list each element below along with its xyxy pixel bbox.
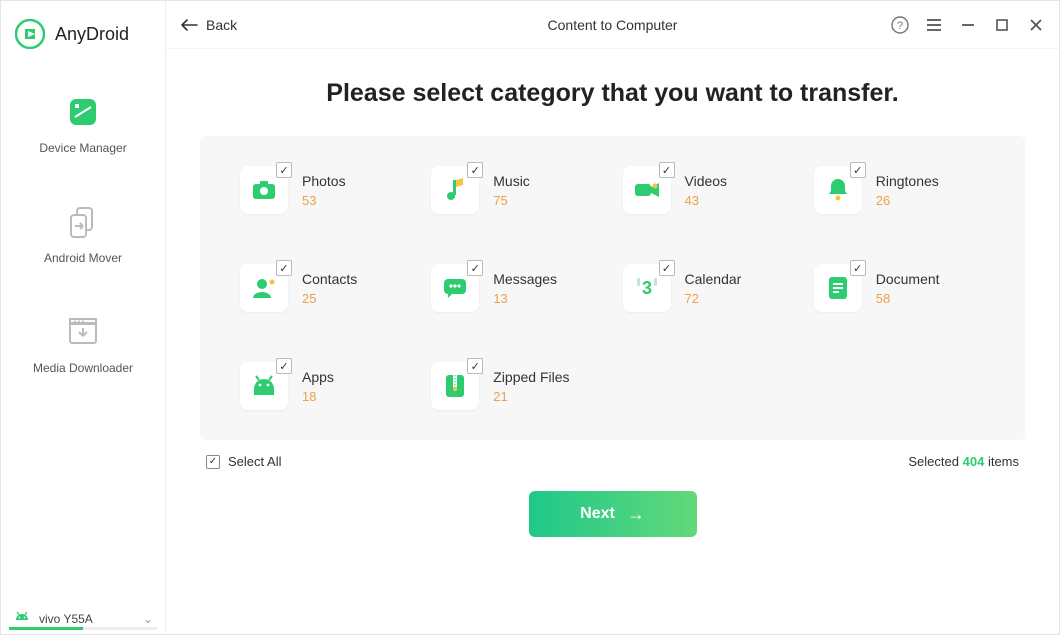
videos-icon bbox=[623, 166, 671, 214]
device-name: vivo Y55A bbox=[39, 612, 135, 626]
selected-prefix: Selected bbox=[908, 454, 959, 469]
main: Back Content to Computer ? Please select… bbox=[166, 1, 1059, 634]
category-document[interactable]: Document 58 bbox=[814, 264, 985, 312]
sidebar-item-device-manager[interactable]: Device Manager bbox=[39, 93, 126, 155]
category-checkbox[interactable] bbox=[276, 260, 292, 276]
category-apps[interactable]: Apps 18 bbox=[240, 362, 411, 410]
document-icon bbox=[814, 264, 862, 312]
category-count: 18 bbox=[302, 389, 334, 404]
arrow-left-icon bbox=[180, 18, 198, 32]
next-button[interactable]: Next → bbox=[529, 491, 697, 537]
category-label: Music bbox=[493, 173, 530, 189]
category-checkbox[interactable] bbox=[467, 358, 483, 374]
close-button[interactable] bbox=[1027, 16, 1045, 34]
minimize-button[interactable] bbox=[959, 16, 977, 34]
category-checkbox[interactable] bbox=[850, 162, 866, 178]
chevron-down-icon: ⌄ bbox=[143, 612, 153, 626]
category-messages[interactable]: Messages 13 bbox=[431, 264, 602, 312]
category-checkbox[interactable] bbox=[850, 260, 866, 276]
category-count: 58 bbox=[876, 291, 940, 306]
category-count: 21 bbox=[493, 389, 569, 404]
category-checkbox[interactable] bbox=[659, 260, 675, 276]
category-label: Apps bbox=[302, 369, 334, 385]
android-icon bbox=[13, 610, 31, 628]
brand: AnyDroid bbox=[1, 1, 165, 71]
category-count: 72 bbox=[685, 291, 742, 306]
category-label: Videos bbox=[685, 173, 728, 189]
selected-summary: Selected 404 items bbox=[908, 454, 1019, 469]
category-count: 25 bbox=[302, 291, 357, 306]
category-label: Photos bbox=[302, 173, 346, 189]
back-button[interactable]: Back bbox=[180, 17, 237, 33]
category-count: 75 bbox=[493, 193, 530, 208]
page-title: Content to Computer bbox=[548, 17, 678, 33]
select-all-checkbox[interactable]: Select All bbox=[206, 454, 281, 469]
category-checkbox[interactable] bbox=[467, 260, 483, 276]
category-checkbox[interactable] bbox=[276, 358, 292, 374]
back-label: Back bbox=[206, 17, 237, 33]
maximize-button[interactable] bbox=[993, 16, 1011, 34]
sidebar-item-label: Android Mover bbox=[44, 251, 122, 265]
selected-suffix: items bbox=[988, 454, 1019, 469]
category-label: Document bbox=[876, 271, 940, 287]
sidebar-item-media-downloader[interactable]: Media Downloader bbox=[33, 313, 133, 375]
category-checkbox[interactable] bbox=[467, 162, 483, 178]
category-grid: Photos 53 Music 75 bbox=[240, 166, 985, 410]
app-logo-icon bbox=[15, 19, 45, 49]
category-label: Messages bbox=[493, 271, 557, 287]
category-music[interactable]: Music 75 bbox=[431, 166, 602, 214]
category-contacts[interactable]: Contacts 25 bbox=[240, 264, 411, 312]
select-all-label: Select All bbox=[228, 454, 281, 469]
sidebar-items: Device Manager Android Mover Media Downl… bbox=[1, 71, 165, 375]
calendar-icon: 3 bbox=[623, 264, 671, 312]
help-icon[interactable]: ? bbox=[891, 16, 909, 34]
device-storage-bar bbox=[9, 627, 157, 630]
category-calendar[interactable]: 3 Calendar 72 bbox=[623, 264, 794, 312]
arrow-right-icon: → bbox=[627, 504, 645, 525]
apps-icon bbox=[240, 362, 288, 410]
menu-icon[interactable] bbox=[925, 16, 943, 34]
sidebar: AnyDroid Device Manager Android Mover Me… bbox=[1, 1, 166, 634]
category-checkbox[interactable] bbox=[659, 162, 675, 178]
content: Please select category that you want to … bbox=[166, 49, 1059, 634]
android-mover-icon bbox=[64, 203, 102, 241]
category-ringtones[interactable]: Ringtones 26 bbox=[814, 166, 985, 214]
category-panel: Photos 53 Music 75 bbox=[200, 136, 1025, 440]
music-icon bbox=[431, 166, 479, 214]
device-manager-icon bbox=[64, 93, 102, 131]
next-label: Next bbox=[580, 505, 615, 523]
category-count: 13 bbox=[493, 291, 557, 306]
sidebar-item-android-mover[interactable]: Android Mover bbox=[44, 203, 122, 265]
category-label: Ringtones bbox=[876, 173, 939, 189]
category-count: 53 bbox=[302, 193, 346, 208]
category-label: Calendar bbox=[685, 271, 742, 287]
window-controls: ? bbox=[891, 16, 1045, 34]
category-label: Zipped Files bbox=[493, 369, 569, 385]
heading: Please select category that you want to … bbox=[200, 79, 1025, 108]
selection-bar: Select All Selected 404 items bbox=[200, 440, 1025, 469]
svg-text:3: 3 bbox=[641, 278, 651, 298]
category-count: 43 bbox=[685, 193, 728, 208]
svg-text:?: ? bbox=[897, 20, 903, 32]
contacts-icon bbox=[240, 264, 288, 312]
selected-count: 404 bbox=[963, 454, 985, 469]
app-name: AnyDroid bbox=[55, 24, 129, 45]
category-label: Contacts bbox=[302, 271, 357, 287]
category-zipped-files[interactable]: Zipped Files 21 bbox=[431, 362, 602, 410]
ringtones-icon bbox=[814, 166, 862, 214]
category-photos[interactable]: Photos 53 bbox=[240, 166, 411, 214]
category-checkbox[interactable] bbox=[276, 162, 292, 178]
photos-icon bbox=[240, 166, 288, 214]
sidebar-item-label: Device Manager bbox=[39, 141, 126, 155]
checkbox-icon bbox=[206, 455, 220, 469]
zipped-files-icon bbox=[431, 362, 479, 410]
sidebar-item-label: Media Downloader bbox=[33, 361, 133, 375]
category-count: 26 bbox=[876, 193, 939, 208]
topbar: Back Content to Computer ? bbox=[166, 1, 1059, 49]
category-videos[interactable]: Videos 43 bbox=[623, 166, 794, 214]
messages-icon bbox=[431, 264, 479, 312]
media-downloader-icon bbox=[64, 313, 102, 351]
